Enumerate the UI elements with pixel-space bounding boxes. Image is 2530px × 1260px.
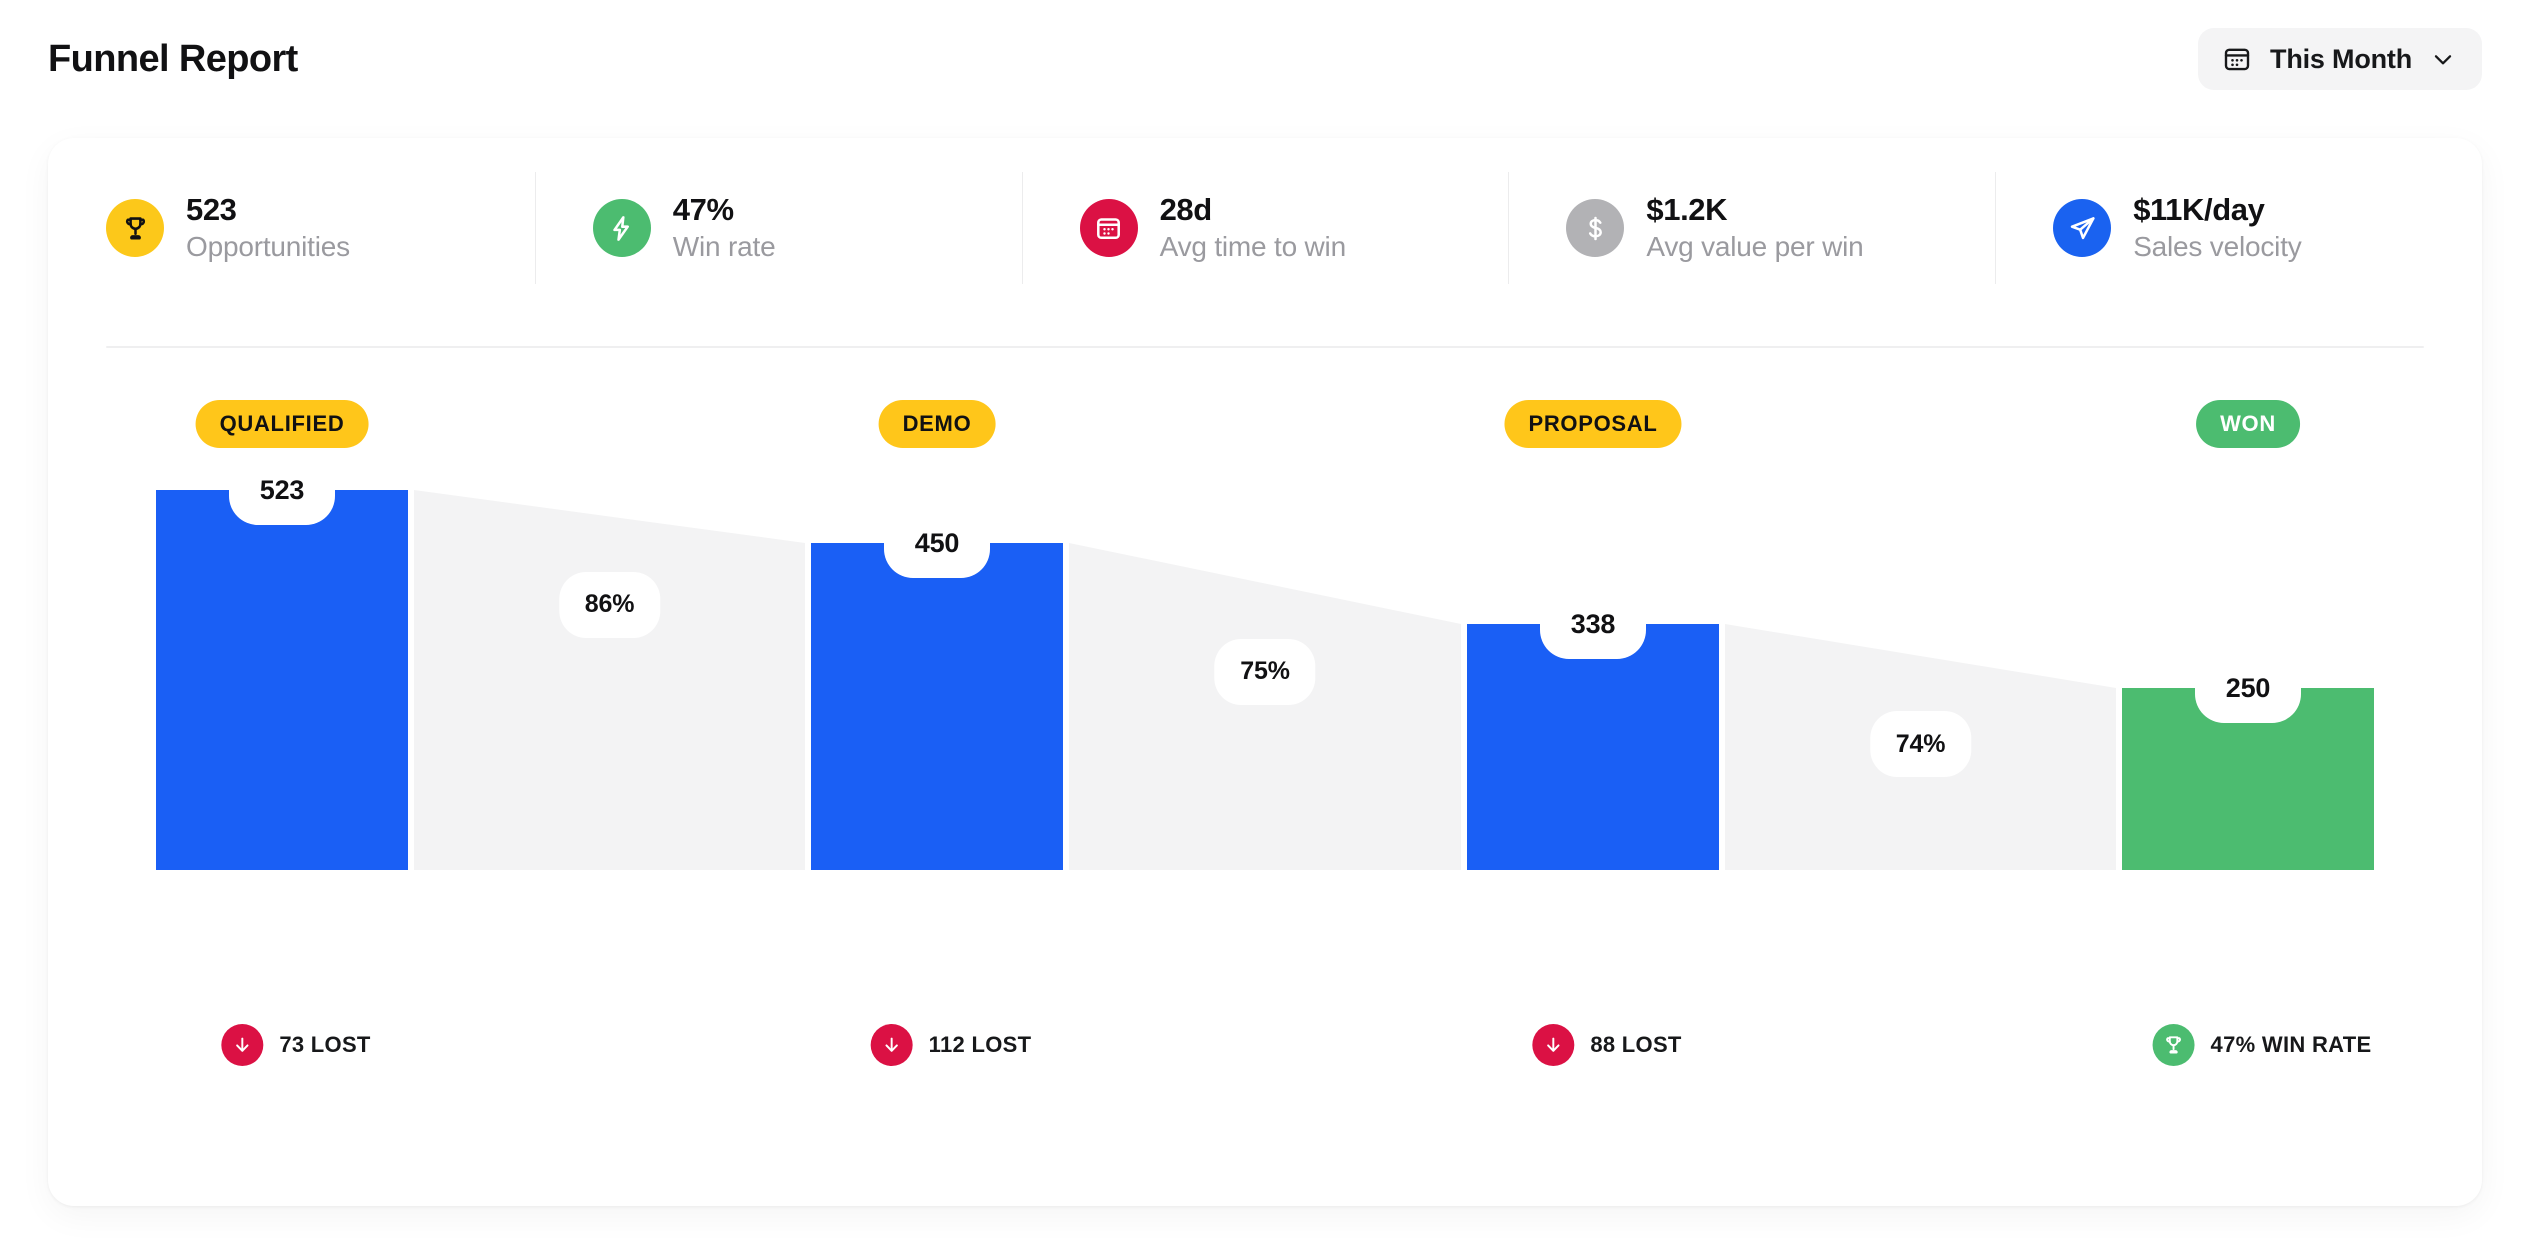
funnel-chart: QUALIFIED DEMO PROPOSAL WON 523 450 338 250 86%…	[48, 370, 2482, 1206]
funnel-connector	[414, 490, 805, 870]
date-range-picker[interactable]: This Month	[2198, 28, 2482, 90]
kpi-sales-velocity: $11K/day Sales velocity	[1995, 168, 2482, 288]
kpi-text: 28d Avg time to win	[1159, 192, 1347, 263]
funnel-footer-row: 73 LOST 112 LOST 88 LOST 47% WIN RATE	[48, 992, 2482, 1112]
funnel-report-card: 523 Opportunities 47% Win rate 28d Avg time t…	[48, 138, 2482, 1206]
kpi-label: Opportunities	[186, 231, 350, 263]
stage-pill-proposal[interactable]: PROPOSAL	[1504, 400, 1682, 448]
kpi-value: 28d	[1159, 192, 1213, 228]
funnel-footer-item: 112 LOST	[870, 1024, 1032, 1066]
funnel-footer-item: 73 LOST	[221, 1024, 370, 1066]
kpi-value: $11K/day	[2133, 192, 2265, 228]
kpi-text: $1.2K Avg value per win	[1646, 193, 1863, 262]
funnel-footer-label: 88 LOST	[1590, 1032, 1682, 1057]
funnel-footer-label: 112 LOST	[928, 1032, 1032, 1057]
chevron-down-icon	[2430, 46, 2456, 72]
kpi-label: Avg value per win	[1646, 231, 1864, 263]
kpi-strip: 523 Opportunities 47% Win rate 28d Avg time t…	[48, 138, 2482, 318]
funnel-footer-label: 47% WIN RATE	[2210, 1032, 2372, 1057]
funnel-value-label: 250	[2202, 660, 2294, 716]
stage-pill-qualified[interactable]: QUALIFIED	[195, 400, 369, 448]
kpi-label: Avg time to win	[1159, 231, 1347, 263]
funnel-footer-label: 73 LOST	[279, 1032, 371, 1057]
kpi-value: 523	[186, 192, 237, 228]
arrow-down-icon	[870, 1024, 913, 1066]
kpi-label: Win rate	[672, 231, 776, 263]
page-header: Funnel Report This Month	[0, 0, 2530, 118]
kpi-avg-time-to-win: 28d Avg time to win	[1021, 168, 1509, 288]
kpi-win-rate: 47% Win rate	[534, 168, 1022, 288]
stage-pill-demo[interactable]: DEMO	[878, 400, 996, 448]
funnel-bar[interactable]	[156, 490, 408, 870]
calendar-icon	[2222, 44, 2252, 74]
funnel-footer-item: 47% WIN RATE	[2152, 1024, 2372, 1066]
kpi-text: $11K/day Sales velocity	[2133, 192, 2302, 263]
section-divider	[106, 346, 2424, 348]
kpi-label: Sales velocity	[2133, 231, 2302, 263]
date-range-label: This Month	[2270, 43, 2412, 74]
funnel-bar[interactable]	[1467, 624, 1719, 870]
kpi-avg-value-per-win: $1.2K Avg value per win	[1508, 168, 1995, 288]
funnel-plot-area: 523 450 338 250 86% 75% 74%	[48, 462, 2482, 970]
funnel-bar[interactable]	[811, 543, 1063, 870]
funnel-value-label: 523	[236, 462, 328, 518]
kpi-text: 523 Opportunities	[186, 193, 350, 262]
funnel-conversion-label: 86%	[564, 577, 655, 632]
stage-pill-won[interactable]: WON	[2196, 400, 2300, 448]
kpi-value: 47%	[672, 192, 734, 228]
funnel-conversion-label: 74%	[1875, 717, 1966, 771]
stage-pill-row: QUALIFIED DEMO PROPOSAL WON	[48, 370, 2482, 468]
lightning-icon	[592, 199, 651, 257]
funnel-connector	[1069, 543, 1461, 870]
kpi-opportunities: 523 Opportunities	[48, 168, 535, 288]
page-title: Funnel Report	[48, 38, 298, 80]
funnel-conversion-label: 75%	[1220, 644, 1310, 699]
arrow-down-icon	[1532, 1024, 1575, 1066]
trophy-icon	[2152, 1024, 2195, 1066]
funnel-connectors	[414, 490, 2116, 870]
funnel-report-page: Funnel Report This Month 523 Opportuniti…	[0, 0, 2530, 1260]
funnel-footer-item: 88 LOST	[1532, 1024, 1681, 1066]
funnel-value-label: 338	[1547, 596, 1639, 652]
dollar-icon	[1566, 199, 1625, 257]
funnel-value-label: 450	[891, 515, 983, 571]
arrow-down-icon	[221, 1024, 264, 1066]
kpi-text: 47% Win rate	[673, 193, 776, 262]
calendar-icon	[1079, 199, 1138, 257]
send-icon	[2053, 199, 2112, 257]
trophy-icon	[106, 199, 164, 257]
kpi-value: $1.2K	[1646, 192, 1728, 228]
